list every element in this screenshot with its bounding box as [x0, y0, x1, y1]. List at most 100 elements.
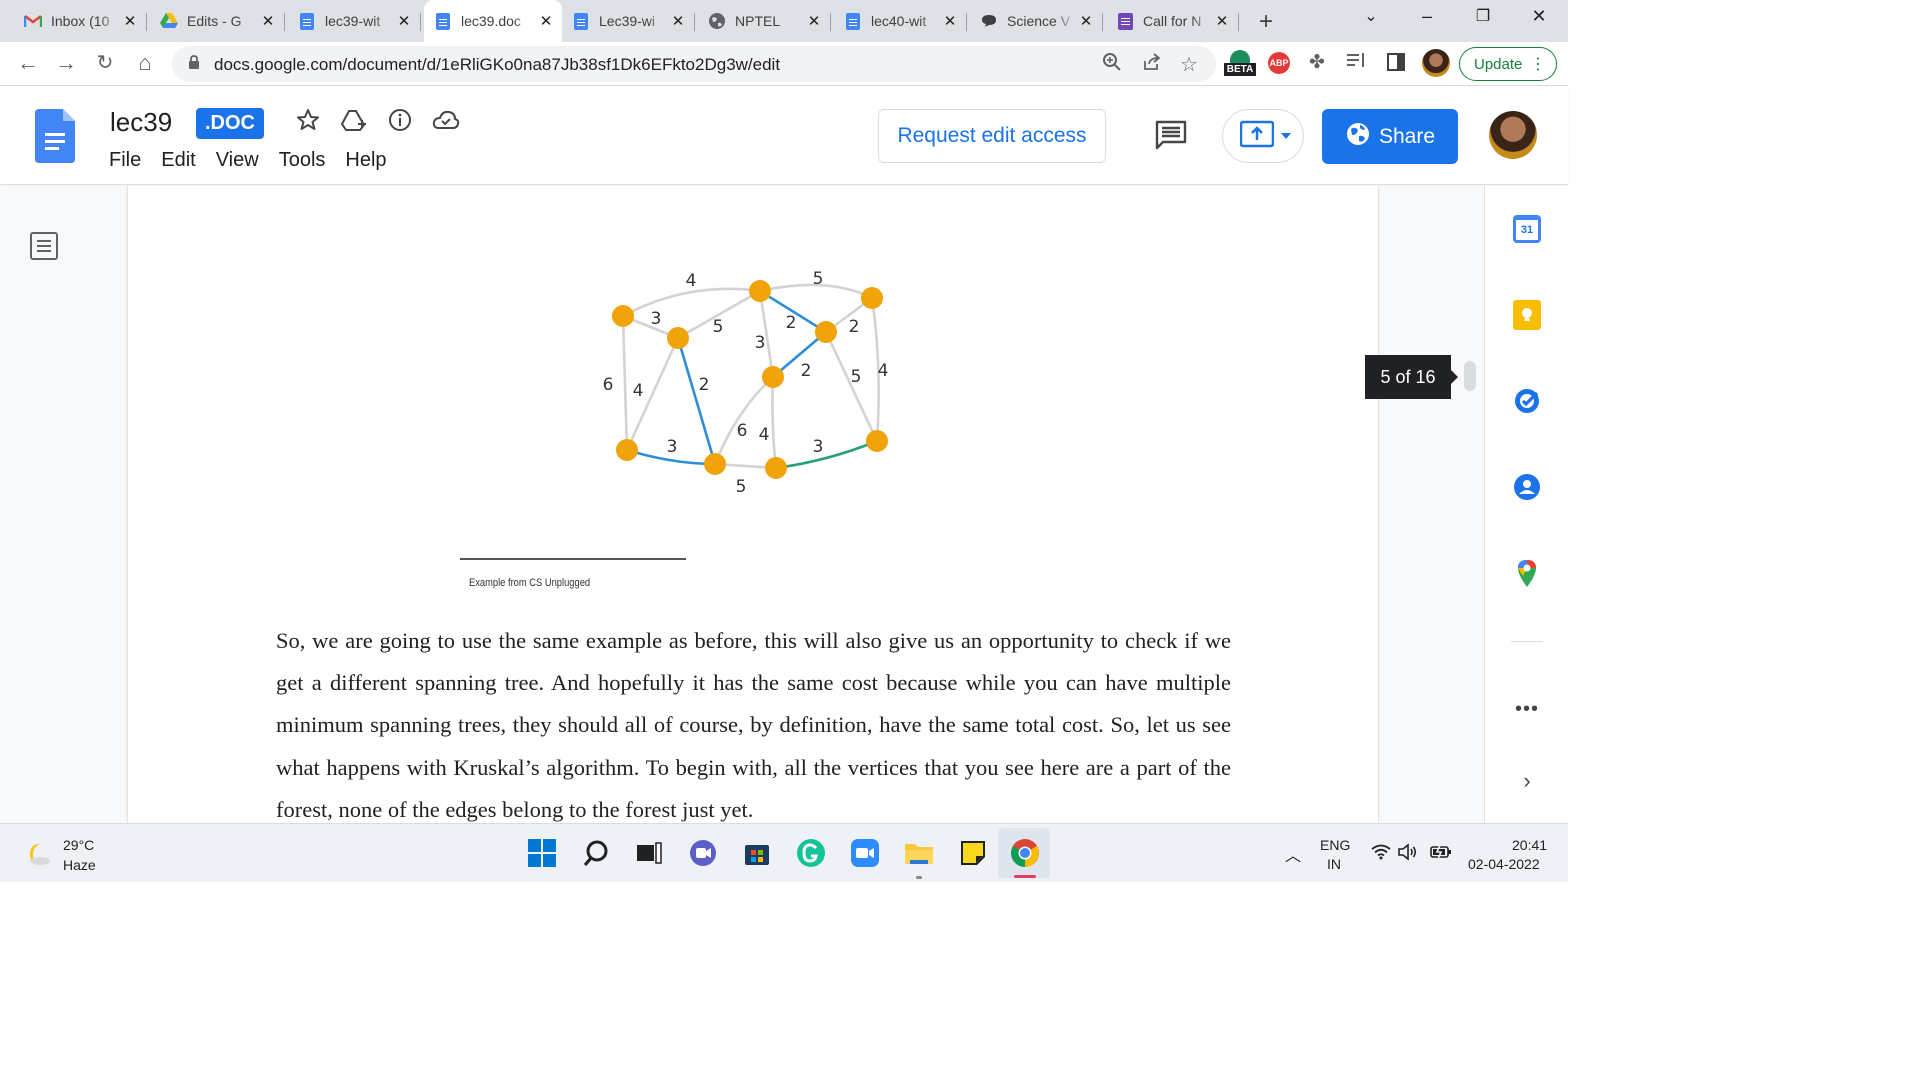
- browser-tab-science[interactable]: Science V ✕: [970, 6, 1103, 36]
- account-avatar[interactable]: [1489, 111, 1537, 159]
- new-tab-button[interactable]: +: [1254, 8, 1278, 36]
- reading-list-icon[interactable]: [1346, 51, 1366, 74]
- task-view-icon[interactable]: [634, 838, 664, 868]
- browser-tab-lec39-doc[interactable]: lec39.doc ✕: [424, 0, 562, 42]
- close-tab-icon[interactable]: ✕: [394, 12, 414, 30]
- bookmark-star-icon[interactable]: ☆: [1180, 52, 1198, 77]
- browser-tab-lec39-wit[interactable]: lec39-wit ✕: [288, 6, 421, 36]
- microsoft-store-icon[interactable]: [742, 838, 772, 868]
- browser-tab-lec40-wit[interactable]: lec40-wit ✕: [834, 6, 967, 36]
- close-tab-icon[interactable]: ✕: [1212, 12, 1232, 30]
- browser-tab-nptel[interactable]: NPTEL ✕: [698, 6, 831, 36]
- contacts-icon[interactable]: [1512, 472, 1542, 502]
- document-outline-icon[interactable]: [30, 232, 58, 260]
- language-region: IN: [1327, 856, 1341, 872]
- move-to-drive-icon[interactable]: [340, 106, 368, 134]
- weather-moon-icon[interactable]: [24, 841, 52, 872]
- edge-weight-label: 2: [699, 375, 710, 395]
- close-tab-icon[interactable]: ✕: [668, 12, 688, 30]
- close-tab-icon[interactable]: ✕: [804, 12, 824, 30]
- tab-search-chevron-icon[interactable]: ⌄: [1356, 6, 1386, 26]
- restore-icon[interactable]: ❐: [1468, 6, 1498, 26]
- clock-time[interactable]: 20:41: [1512, 837, 1547, 853]
- close-tab-icon[interactable]: ✕: [258, 12, 278, 30]
- calendar-icon[interactable]: 31: [1512, 214, 1542, 244]
- globe-icon: [708, 12, 726, 30]
- edge-weight-label: 4: [633, 381, 644, 401]
- side-panel-icon[interactable]: [1387, 53, 1405, 71]
- menu-view[interactable]: View: [216, 149, 259, 172]
- browser-tab-inbox[interactable]: Inbox (10 ✕: [14, 6, 147, 36]
- minimize-icon[interactable]: –: [1412, 6, 1442, 27]
- star-icon[interactable]: [294, 106, 322, 134]
- beta-extension-icon[interactable]: BETA: [1224, 50, 1256, 78]
- browser-tab-call-for[interactable]: Call for N ✕: [1106, 6, 1239, 36]
- document-title[interactable]: lec39: [110, 107, 172, 138]
- google-docs-logo[interactable]: [35, 109, 75, 163]
- extensions-puzzle-icon[interactable]: ✤: [1309, 51, 1325, 74]
- graph-node: [612, 305, 634, 327]
- close-tab-icon[interactable]: ✕: [940, 12, 960, 30]
- tab-title: Inbox (10: [51, 13, 110, 29]
- adblock-extension-icon[interactable]: ABP: [1268, 52, 1290, 74]
- menu-tools[interactable]: Tools: [279, 149, 326, 172]
- side-panel-divider: [1511, 641, 1543, 642]
- edge-weight-label: 3: [813, 437, 824, 457]
- close-tab-icon[interactable]: ✕: [120, 12, 140, 30]
- zoom-icon[interactable]: [1102, 52, 1122, 78]
- battery-icon[interactable]: [1430, 844, 1452, 865]
- edge-weight-label: 3: [651, 309, 662, 329]
- graph-edge: [774, 439, 879, 470]
- wifi-icon[interactable]: [1371, 844, 1391, 865]
- docs-icon: [572, 12, 590, 30]
- back-arrow-icon[interactable]: ←: [14, 50, 42, 76]
- request-edit-access-button[interactable]: Request edit access: [878, 109, 1106, 163]
- profile-avatar[interactable]: [1422, 49, 1450, 77]
- teams-chat-icon[interactable]: [688, 838, 718, 868]
- browser-tab-lec39-wi[interactable]: Lec39-wi ✕: [562, 6, 695, 36]
- scrollbar-thumb[interactable]: [1464, 361, 1476, 391]
- search-icon[interactable]: [581, 838, 611, 868]
- reload-icon[interactable]: ↻: [91, 50, 119, 75]
- show-hidden-icons-chevron-icon[interactable]: ︿: [1285, 842, 1301, 866]
- cloud-saved-icon[interactable]: [432, 106, 460, 134]
- browser-tab-edits[interactable]: Edits - G ✕: [150, 6, 285, 36]
- forward-arrow-icon[interactable]: →: [52, 50, 80, 76]
- maps-icon[interactable]: [1512, 558, 1542, 588]
- comment-history-icon[interactable]: [1155, 120, 1187, 155]
- chat-icon: [980, 12, 998, 30]
- grammarly-icon[interactable]: [796, 838, 826, 868]
- keep-icon[interactable]: [1512, 300, 1542, 330]
- language-indicator[interactable]: ENG: [1320, 837, 1350, 853]
- address-bar[interactable]: docs.google.com/document/d/1eRliGKo0na87…: [172, 46, 1216, 82]
- menu-file[interactable]: File: [109, 149, 141, 172]
- share-button[interactable]: Share: [1322, 109, 1458, 164]
- file-explorer-icon[interactable]: [904, 838, 934, 868]
- caption-rule: [460, 558, 686, 560]
- close-window-icon[interactable]: ✕: [1524, 6, 1554, 27]
- menu-edit[interactable]: Edit: [161, 149, 195, 172]
- zoom-app-icon[interactable]: [850, 838, 880, 868]
- sticky-notes-icon[interactable]: [958, 838, 988, 868]
- close-tab-icon[interactable]: ✕: [536, 12, 556, 30]
- menu-help[interactable]: Help: [345, 149, 386, 172]
- close-tab-icon[interactable]: ✕: [1076, 12, 1096, 30]
- present-button[interactable]: [1222, 109, 1304, 163]
- more-horiz-icon[interactable]: •••: [1512, 694, 1542, 724]
- dropdown-arrow-icon: [1280, 127, 1292, 145]
- volume-icon[interactable]: [1398, 843, 1418, 866]
- chevron-right-icon[interactable]: ›: [1512, 766, 1542, 796]
- tasks-icon[interactable]: [1512, 386, 1542, 416]
- home-icon[interactable]: ⌂: [131, 50, 159, 76]
- share-page-icon[interactable]: [1142, 52, 1162, 78]
- update-label: Update: [1474, 55, 1523, 73]
- windows-start-icon[interactable]: [527, 838, 557, 868]
- chrome-icon[interactable]: [1010, 838, 1040, 868]
- edge-weight-label: 4: [759, 425, 770, 445]
- tab-title: Lec39-wi: [599, 13, 656, 29]
- edge-weight-label: 5: [851, 367, 862, 387]
- browser-tab-strip: Inbox (10 ✕ Edits - G ✕ lec39-wit ✕ lec3…: [0, 0, 1568, 42]
- update-button[interactable]: Update ⋮: [1459, 47, 1557, 81]
- edge-weight-label: 2: [849, 317, 860, 337]
- info-icon[interactable]: [386, 106, 414, 134]
